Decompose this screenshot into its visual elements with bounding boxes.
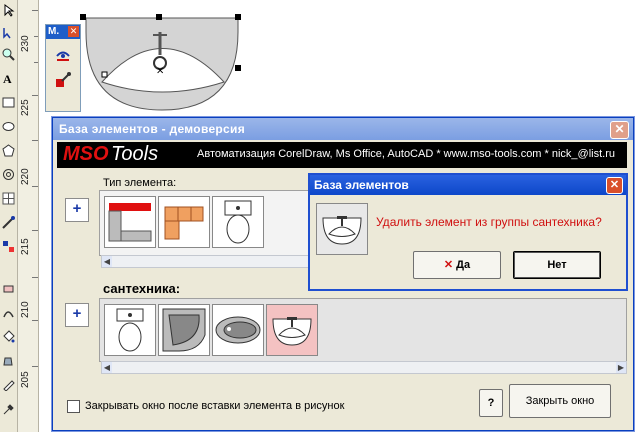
- help-button[interactable]: ?: [479, 389, 503, 417]
- vertical-ruler: 230 225 220 215 210 205: [18, 0, 39, 432]
- type-thumb-sofa[interactable]: [158, 196, 210, 248]
- ruler-label: 210: [20, 301, 31, 318]
- svg-text:✕: ✕: [156, 66, 164, 77]
- brand-tools: Tools: [111, 143, 159, 165]
- element-thumb-corner-bath[interactable]: [158, 304, 210, 356]
- element-thumb-sink-selected[interactable]: [266, 304, 318, 356]
- mini-panel-close-button[interactable]: ✕: [68, 26, 79, 37]
- type-tray-scrollbar[interactable]: ◀: [101, 255, 313, 268]
- element-thumb-bathtub[interactable]: [212, 304, 264, 356]
- type-thumb-toilet[interactable]: [212, 196, 264, 248]
- ruler-label: 220: [20, 168, 31, 185]
- rectangle-tool-icon[interactable]: [2, 96, 15, 109]
- mesh-tool-icon[interactable]: [2, 192, 15, 205]
- element-database-icon[interactable]: [54, 47, 72, 68]
- ruler-label: 225: [20, 99, 31, 116]
- pick-tool-icon[interactable]: [2, 4, 15, 17]
- pen-tool-icon[interactable]: [2, 378, 15, 392]
- blend-tool-icon[interactable]: [2, 240, 15, 253]
- scroll-right-icon[interactable]: ▶: [616, 362, 626, 373]
- type-label: Тип элемента:: [103, 177, 177, 189]
- zoom-tool-icon[interactable]: [2, 48, 15, 61]
- fill-tool-icon[interactable]: [2, 330, 15, 343]
- ruler-label: 230: [20, 35, 31, 52]
- add-element-button[interactable]: +: [65, 303, 89, 327]
- polygon-tool-icon[interactable]: [2, 144, 15, 157]
- add-type-button[interactable]: +: [65, 198, 89, 222]
- toolbox: A: [0, 0, 18, 432]
- ruler-label: 205: [20, 371, 31, 388]
- checkbox-label: Закрывать окно после вставки элемента в …: [85, 400, 345, 412]
- type-tray: [99, 190, 311, 256]
- interactive-tool-icon[interactable]: [2, 216, 15, 229]
- ruler-label: 215: [20, 238, 31, 255]
- outline-tool-icon[interactable]: [2, 306, 15, 319]
- insert-element-icon[interactable]: [54, 71, 72, 92]
- mini-panel: M. ✕: [45, 24, 81, 112]
- delete-icon: ✕: [443, 259, 454, 271]
- banner: MSO Tools Автоматизация CorelDraw, Ms Of…: [57, 142, 627, 168]
- sink-preview-icon: [316, 203, 368, 255]
- yes-button-label: Да: [456, 259, 471, 271]
- close-after-insert-checkbox[interactable]: [67, 400, 80, 413]
- banner-info: Автоматизация CorelDraw, Ms Office, Auto…: [197, 148, 615, 160]
- element-thumb-toilet[interactable]: [104, 304, 156, 356]
- scroll-left-icon[interactable]: ◀: [102, 362, 112, 373]
- scroll-left-icon[interactable]: ◀: [102, 256, 112, 267]
- spiral-tool-icon[interactable]: [2, 168, 15, 181]
- dialog-close-button[interactable]: ✕: [606, 177, 623, 194]
- yes-button[interactable]: ✕ Да: [413, 251, 501, 279]
- type-thumb-furniture[interactable]: [104, 196, 156, 248]
- selected-sink-object[interactable]: ✕: [80, 10, 245, 120]
- confirm-dialog: База элементов ✕ Удалить элемент из груп…: [308, 173, 628, 291]
- eraser-tool-icon[interactable]: [2, 282, 15, 295]
- ellipse-tool-icon[interactable]: [2, 120, 15, 133]
- dialog-title: База элементов: [310, 175, 626, 195]
- eyedropper-tool-icon[interactable]: [2, 402, 15, 415]
- dialog-message: Удалить элемент из группы сантехника?: [376, 215, 602, 229]
- shape-tool-icon[interactable]: [2, 26, 15, 39]
- group-tray: [99, 298, 627, 362]
- brand-mso: MSO: [63, 143, 109, 165]
- no-button[interactable]: Нет: [513, 251, 601, 279]
- text-tool-icon[interactable]: A: [2, 72, 15, 86]
- main-window-close-button[interactable]: ✕: [610, 121, 629, 139]
- paint-bucket-icon[interactable]: [2, 354, 15, 367]
- main-window-title: База элементов - демоверсия: [53, 118, 633, 140]
- svg-text:A: A: [3, 72, 12, 85]
- group-label: сантехника:: [103, 281, 181, 296]
- close-window-button[interactable]: Закрыть окно: [509, 384, 611, 418]
- group-tray-scrollbar[interactable]: ◀ ▶: [101, 361, 627, 374]
